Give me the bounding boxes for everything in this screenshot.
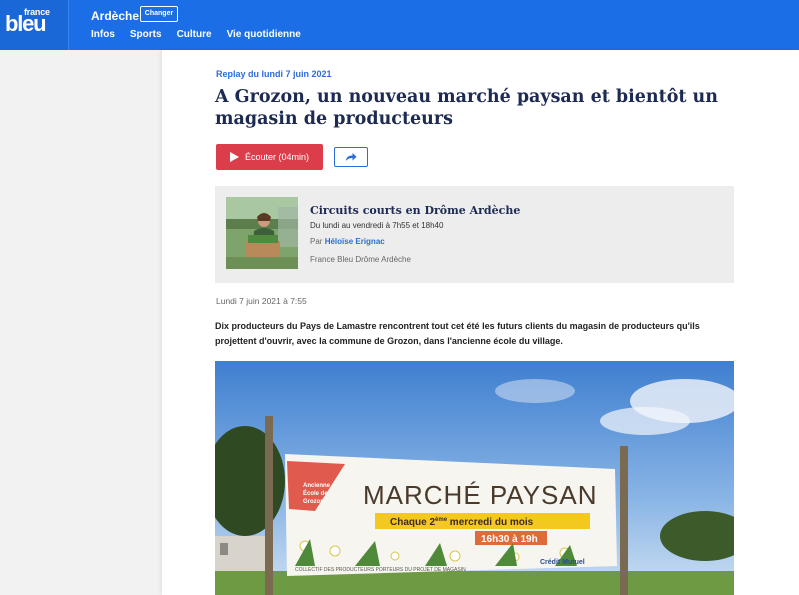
article-photo: Ancienne École de Grozon MARCHÉ PAYSAN C…	[215, 361, 734, 595]
nav-item-culture[interactable]: Culture	[177, 29, 212, 40]
listen-label: Écouter (04min)	[245, 152, 310, 162]
emission-title[interactable]: Circuits courts en Drôme Ardèche	[310, 204, 520, 217]
emission-box[interactable]: Circuits courts en Drôme Ardèche Du lund…	[215, 186, 734, 283]
main-nav: Infos Sports Culture Vie quotidienne	[91, 29, 301, 40]
article-lead: Dix producteurs du Pays de Lamastre renc…	[215, 321, 700, 346]
emission-schedule: Du lundi au vendredi à 7h55 et 18h40	[310, 221, 444, 230]
banner-footer-left: COLLECTIF DES PRODUCTEURS PORTEURS DU PR…	[295, 567, 466, 573]
share-icon	[346, 153, 357, 161]
banner-hours: 16h30 à 19h	[481, 534, 538, 545]
emission-author-line: Par Héloïse Erignac	[310, 237, 385, 246]
banner-arrow-line2: École de	[303, 489, 328, 497]
play-icon	[230, 152, 239, 162]
author-link[interactable]: Héloïse Erignac	[325, 237, 385, 246]
share-button[interactable]	[334, 147, 368, 167]
replay-label[interactable]: Replay du lundi 7 juin 2021	[216, 69, 332, 79]
change-region-button[interactable]: Changer	[140, 6, 178, 22]
banner-footer-right: Crédit Mutuel	[540, 559, 585, 566]
top-header: france bleu Ardèche Changer Infos Sports…	[0, 0, 799, 50]
publish-date: Lundi 7 juin 2021 à 7:55	[216, 296, 307, 306]
banner-arrow-line3: Grozon	[303, 499, 324, 505]
article-title: A Grozon, un nouveau marché paysan et bi…	[215, 87, 719, 129]
france-bleu-logo[interactable]: france bleu	[0, 0, 69, 50]
region-name: Ardèche	[91, 9, 140, 23]
banner-sub-text: Chaque 2ème mercredi du mois	[390, 517, 534, 528]
nav-item-infos[interactable]: Infos	[91, 29, 115, 40]
logo-main-text: bleu	[5, 11, 47, 36]
listen-button[interactable]: Écouter (04min)	[216, 144, 323, 170]
nav-item-sports[interactable]: Sports	[130, 29, 162, 40]
banner-main-text: MARCHÉ PAYSAN	[363, 480, 598, 510]
author-prefix: Par	[310, 237, 323, 246]
banner-arrow-line1: Ancienne	[303, 483, 331, 489]
emission-thumbnail[interactable]	[226, 197, 298, 269]
nav-item-vie-quotidienne[interactable]: Vie quotidienne	[227, 29, 301, 40]
emission-station: France Bleu Drôme Ardèche	[310, 255, 411, 264]
